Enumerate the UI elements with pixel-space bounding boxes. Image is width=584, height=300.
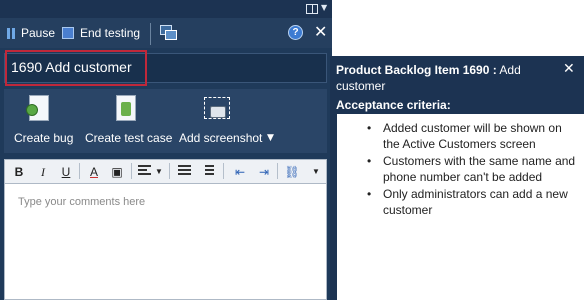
- numbered-list-icon[interactable]: [201, 164, 214, 177]
- list-item: Only administrators can add a new custom…: [343, 186, 577, 218]
- comments-editor[interactable]: Type your comments here: [4, 183, 327, 300]
- divider: [131, 163, 132, 179]
- list-item: Customers with the same name and phone n…: [343, 153, 577, 185]
- bug-document-icon: [26, 95, 49, 121]
- list-item: Added customer will be shown on the Acti…: [343, 120, 577, 152]
- pause-label: Pause: [21, 26, 56, 40]
- chevron-down-icon[interactable]: ▼: [321, 1, 327, 15]
- work-item-panel: Product Backlog Item 1690 : Add customer…: [330, 56, 584, 300]
- chevron-down-icon[interactable]: ▼: [267, 131, 274, 145]
- work-item-heading: Product Backlog Item 1690 : Add customer: [336, 62, 556, 94]
- action-bar: Create bug Create test case Add screensh…: [4, 89, 327, 153]
- close-icon[interactable]: ✕: [314, 22, 327, 42]
- create-test-case-label: Create test case: [85, 131, 173, 145]
- switch-window-icon[interactable]: [160, 25, 178, 41]
- acceptance-criteria-label: Acceptance criteria:: [336, 98, 451, 112]
- window-strip: ▼: [0, 0, 332, 18]
- acceptance-criteria-box: Added customer will be shown on the Acti…: [337, 114, 584, 300]
- end-testing-label: End testing: [80, 26, 141, 40]
- end-testing-button[interactable]: End testing: [62, 18, 140, 48]
- add-screenshot-button[interactable]: Add screenshot ▼: [176, 89, 286, 153]
- test-runner-panel: ▼ Pause End testing ? ✕ 1690 Add custome…: [0, 0, 332, 300]
- create-bug-label: Create bug: [14, 131, 74, 145]
- work-item-id: Product Backlog Item 1690 :: [336, 63, 497, 77]
- pause-button[interactable]: Pause: [6, 18, 55, 48]
- divider: [79, 163, 80, 179]
- divider: [169, 163, 170, 179]
- help-icon[interactable]: ?: [288, 25, 303, 40]
- toolbar-divider: [150, 23, 151, 45]
- align-left-icon[interactable]: [138, 164, 151, 177]
- chevron-down-icon[interactable]: ▼: [154, 163, 164, 181]
- comments-placeholder: Type your comments here: [18, 196, 146, 208]
- test-case-icon: [116, 95, 136, 121]
- create-test-case-button[interactable]: Create test case: [82, 89, 174, 153]
- add-screenshot-label: Add screenshot: [179, 131, 263, 145]
- bullet-list-icon[interactable]: [178, 164, 191, 177]
- decrease-indent-icon[interactable]: ⇤: [231, 163, 249, 181]
- dock-layout-icon[interactable]: [306, 4, 318, 14]
- screenshot-camera-icon: [204, 97, 230, 119]
- bold-button[interactable]: B: [11, 163, 27, 181]
- formatting-toolbar: B I U A ▣ ▼ ⇤ ⇥ ⛓ ▼: [4, 159, 327, 183]
- underline-button[interactable]: U: [58, 163, 74, 181]
- title-highlight-box: [5, 50, 147, 86]
- divider: [223, 163, 224, 179]
- increase-indent-icon[interactable]: ⇥: [255, 163, 273, 181]
- highlight-color-icon[interactable]: ▣: [109, 163, 125, 181]
- italic-button[interactable]: I: [35, 163, 51, 181]
- pause-icon: [6, 27, 16, 39]
- create-bug-button[interactable]: Create bug: [10, 89, 74, 153]
- stop-icon: [62, 27, 74, 39]
- hyperlink-icon[interactable]: ⛓: [283, 163, 301, 181]
- toolbar-overflow-icon[interactable]: ▼: [311, 163, 321, 181]
- acceptance-criteria-list: Added customer will be shown on the Acti…: [343, 120, 577, 219]
- divider: [277, 163, 278, 179]
- runner-toolbar: Pause End testing ? ✕: [0, 18, 332, 48]
- close-icon[interactable]: ✕: [563, 60, 575, 78]
- font-color-button[interactable]: A: [86, 163, 102, 181]
